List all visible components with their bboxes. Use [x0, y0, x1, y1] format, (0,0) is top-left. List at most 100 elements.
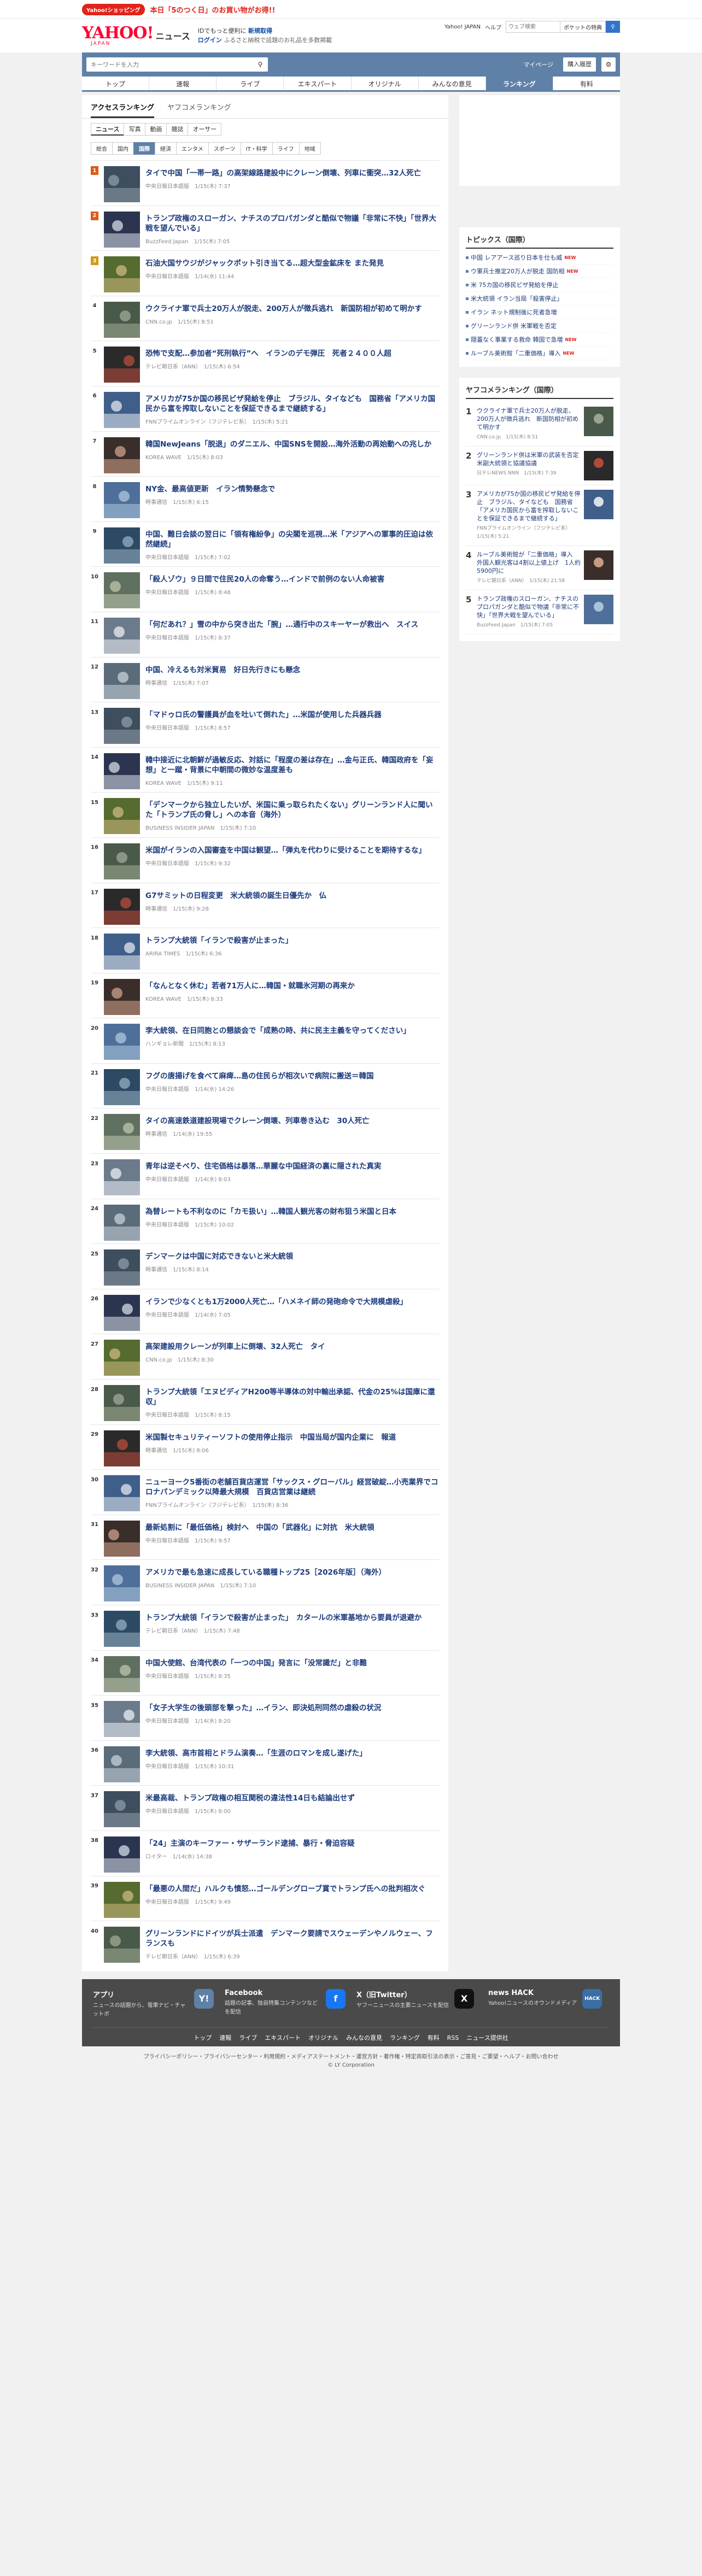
tab-author[interactable]: オーサー [188, 123, 222, 136]
article-thumbnail[interactable] [104, 843, 140, 879]
article-thumbnail[interactable] [104, 978, 140, 1015]
ranking-title[interactable]: トランプ政権のスローガン、ナチスのプロパガンダと酷似で物議「非常に不快」「世界大… [477, 595, 579, 619]
genre-economy[interactable]: 経済 [155, 142, 177, 155]
promo-message[interactable]: 本日「5のつく日」のお買い物がお得!! [150, 4, 276, 15]
article-title[interactable]: フグの唐揚げを食べて麻痺…島の住民らが相次いで病院に搬送＝韓国 [145, 1071, 440, 1081]
comment-ranking-item[interactable]: 5 トランプ政権のスローガン、ナチスのプロパガンダと酷似で物議「非常に不快」「世界… [466, 590, 613, 635]
article-title[interactable]: トランプ政権のスローガン、ナチスのプロパガンダと酷似で物議「非常に不快」「世界大… [145, 214, 440, 233]
ranking-thumbnail[interactable] [584, 407, 613, 436]
article-thumbnail[interactable] [104, 662, 140, 699]
yahoo-japan-link[interactable]: Yahoo! JAPAN [444, 24, 481, 30]
comment-ranking-item[interactable]: 3 アメリカが75か国の移民ビザ発給を停止 ブラジル、タイなども 国務省「アメリカ… [466, 485, 613, 546]
topic-text[interactable]: ルーブル美術館「二重価格」導入 [471, 349, 560, 357]
footer-link[interactable]: ニュース提供社 [466, 2034, 508, 2041]
ranking-thumbnail[interactable] [584, 451, 613, 480]
tab-news[interactable]: ニュース [91, 123, 125, 136]
article-thumbnail[interactable] [104, 1114, 140, 1151]
gear-icon[interactable]: ⚙ [601, 57, 616, 72]
mypage-button[interactable]: マイページ [519, 60, 558, 69]
list-item[interactable]: 31 最新処割に「最低価格」検討へ 中国の「武器化」に対抗 米大統領 中央日報日本語… [91, 1514, 440, 1560]
list-item[interactable]: 6 アメリカが75か国の移民ビザ発給を停止 ブラジル、タイなども 国務省「アメリカ… [91, 385, 440, 431]
article-title[interactable]: 石油大国サウジがジャックポット引き当てる…超大型金鉱床を また発見 [145, 259, 440, 268]
article-thumbnail[interactable] [104, 166, 140, 202]
list-item[interactable]: 24 為替レートも不利なのに「カモ扱い」…韓国人観光客の財布狙う米国と日本 中央日報… [91, 1198, 440, 1244]
genre-all[interactable]: 総合 [91, 142, 113, 155]
footer-news-hack[interactable]: news HACK Yahoo!ニュースのオウンドメディア HACK [488, 1988, 609, 2018]
ranking-thumbnail[interactable] [584, 550, 613, 580]
ranking-thumbnail[interactable] [584, 595, 613, 624]
article-title[interactable]: トランプ大統領「エヌビディアH200等半導体の対中輸出承認、代金の25%は国庫に… [145, 1387, 440, 1407]
list-item[interactable]: 34 中国大使館、台湾代表の「一つの中国」発言に「没常識だ」と非難 中央日報日本語版… [91, 1650, 440, 1695]
news-search-input[interactable] [86, 58, 253, 71]
article-title[interactable]: 高架建設用クレーンが列車上に倒壊、32人死亡 タイ [145, 1342, 440, 1352]
article-thumbnail[interactable] [104, 753, 140, 789]
article-thumbnail[interactable] [104, 1746, 140, 1782]
ranking-thumbnail[interactable] [584, 490, 613, 519]
list-item[interactable]: 32 アメリカで最も急速に成長している職種トップ25［2026年版］（海外） BUS… [91, 1559, 440, 1605]
article-title[interactable]: 韓国NewJeans「脱退」のダニエル、中国SNSを開設…海外活動の再始動への兆… [145, 439, 440, 449]
list-item[interactable]: 12 中国、冷えるも対米貿易 好日先行きにも懸念 時事通信 1/15(木) 7:07 [91, 656, 440, 702]
facebook-icon[interactable]: f [326, 1988, 346, 2009]
article-title[interactable]: 「24」主演のキーファー・サザーランド逮捕、暴行・脅迫容疑 [145, 1839, 440, 1849]
list-item[interactable]: 29 米国製セキュリティーソフトの使用停止指示 中国当局が国内企業に 報道 時事通信… [91, 1424, 440, 1470]
genre-life[interactable]: ライフ [272, 142, 300, 155]
article-title[interactable]: デンマークは中国に対応できないと米大統領 [145, 1252, 440, 1261]
nav-top[interactable]: トップ [82, 77, 150, 90]
news-hack-icon[interactable]: HACK [582, 1988, 602, 2009]
article-thumbnail[interactable] [104, 1791, 140, 1828]
article-title[interactable]: 為替レートも不利なのに「カモ扱い」…韓国人観光客の財布狙う米国と日本 [145, 1207, 440, 1217]
list-item[interactable]: 37 米最高裁、トランプ政権の相互関税の違法性14日も結論出せず 中央日報日本語版 … [91, 1785, 440, 1830]
list-item[interactable]: 22 タイの高速鉄道建設現場でクレーン倒壊、列車巻き込む 30人死亡 時事通信 1/… [91, 1108, 440, 1153]
list-item[interactable]: 27 高架建設用クレーンが列車上に倒壊、32人死亡 タイ CNN.co.jp 1/1… [91, 1334, 440, 1379]
list-item[interactable]: 8 NY金、最高値更新 イラン情勢懸念で 時事通信 1/15(木) 6:15 [91, 476, 440, 521]
genre-sports[interactable]: スポーツ [208, 142, 241, 155]
tab-video[interactable]: 動画 [145, 123, 167, 136]
promo-pill[interactable]: Yahoo!ショッピング [82, 3, 145, 15]
article-thumbnail[interactable] [104, 1656, 140, 1692]
article-thumbnail[interactable] [104, 527, 140, 564]
nav-live[interactable]: ライブ [217, 77, 284, 90]
article-thumbnail[interactable] [104, 1475, 140, 1512]
article-thumbnail[interactable] [104, 1520, 140, 1557]
article-title[interactable]: 「マドゥロ氏の警護員が血を吐いて倒れた」…米国が使用した兵器兵器 [145, 710, 440, 720]
article-thumbnail[interactable] [104, 1069, 140, 1105]
article-title[interactable]: 「デンマークから独立したいが、米国に乗っ取られたくない」グリーンランド人に聞いた… [145, 800, 440, 820]
article-thumbnail[interactable] [104, 934, 140, 970]
article-thumbnail[interactable] [104, 1024, 140, 1060]
comment-ranking-item[interactable]: 2 グリーンランド併は米軍の武装を否定 米副大統領と協議協議 日テレNEWS NNN… [466, 447, 613, 485]
article-title[interactable]: 「殺人ゾウ」９日間で住民20人の命奪う…インドで前例のない人命被害 [145, 574, 440, 584]
nav-breaking[interactable]: 速報 [149, 77, 217, 90]
topic-text[interactable]: ウ軍兵士推定20万人が脱走 国防相 [471, 267, 565, 275]
article-thumbnail[interactable] [104, 798, 140, 835]
footer-link[interactable]: 有料 [428, 2034, 440, 2041]
nav-paid[interactable]: 有料 [553, 77, 620, 90]
article-thumbnail[interactable] [104, 256, 140, 293]
topic-text[interactable]: 隠蓋なく事業する救命 韓国で急増 [471, 335, 563, 344]
topic-text[interactable]: イラン ネット規制後に死者急増 [471, 308, 557, 316]
list-item[interactable]: 23 青年は逆そべり、住宅価格は暴落…華麗な中国経済の裏に隠された真実 中央日報日本… [91, 1153, 440, 1199]
topic-item[interactable]: グリーンランド併 米軍戦を否定 [466, 319, 613, 333]
list-item[interactable]: 35 「女子大学生の後頭部を撃った」…イラン、即決処刑同然の虐殺の状況 中央日報日本… [91, 1695, 440, 1740]
login-link[interactable]: ログイン [198, 37, 222, 44]
article-title[interactable]: イランで少なくとも1万2000人死亡…「ハメネイ師の発砲命令で大規模虐殺」 [145, 1297, 440, 1307]
article-title[interactable]: 「なんとなく休む」若者71万人に…韓国・就職氷河期の再来か [145, 981, 440, 991]
article-title[interactable]: 青年は逆そべり、住宅価格は暴落…華麗な中国経済の裏に隠された真実 [145, 1161, 440, 1171]
list-item[interactable]: 14 韓中接近に北朝鮮が過敏反応、対話に「程度の差は存在」…金与正氏、韓国政府を「… [91, 747, 440, 793]
list-item[interactable]: 4 ウクライナ軍で兵士20万人が脱走、200万人が徴兵逃れ 新国防相が初めて明かす… [91, 295, 440, 341]
genre-world[interactable]: 国際 [133, 142, 155, 155]
footer-link[interactable]: オリジナル [308, 2034, 338, 2041]
topic-item[interactable]: イラン ネット規制後に死者急増 [466, 306, 613, 319]
list-item[interactable]: 26 イランで少なくとも1万2000人死亡…「ハメネイ師の発砲命令で大規模虐殺」中… [91, 1288, 440, 1334]
article-thumbnail[interactable] [104, 1204, 140, 1241]
article-thumbnail[interactable] [104, 888, 140, 925]
article-thumbnail[interactable] [104, 1249, 140, 1286]
article-thumbnail[interactable] [104, 301, 140, 338]
list-item[interactable]: 33 トランプ大統領「イランで殺害が止まった」 カタールの米軍基地から要員が退避か… [91, 1605, 440, 1650]
search-go-icon[interactable]: ⚲ [606, 21, 620, 33]
tab-magazine[interactable]: 雑誌 [166, 123, 189, 136]
article-title[interactable]: 中国大使館、台湾代表の「一つの中国」発言に「没常識だ」と非難 [145, 1658, 440, 1668]
footer-link[interactable]: エキスパート [265, 2034, 301, 2041]
article-title[interactable]: 恐怖で支配…参加者“死刑執行”へ イランのデモ弾圧 死者２４００人超 [145, 349, 440, 359]
signup-link[interactable]: 新規取得 [248, 27, 272, 34]
article-title[interactable]: G7サミットの日程変更 米大統領の誕生日優先か 仏 [145, 891, 440, 901]
